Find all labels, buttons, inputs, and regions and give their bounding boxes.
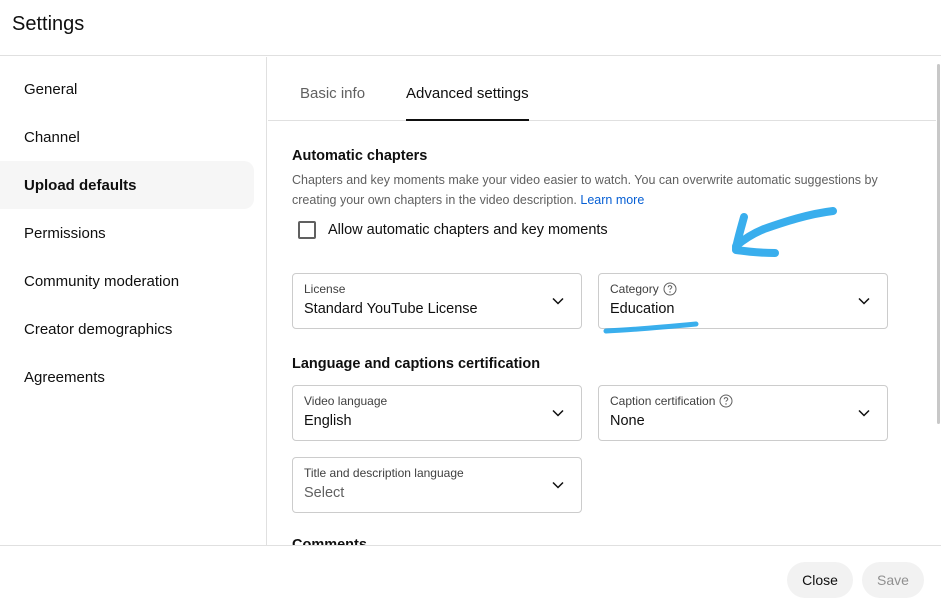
sidebar-item-label: Permissions [24, 224, 106, 242]
sidebar-item-label: Agreements [24, 368, 105, 386]
sidebar-item-upload-defaults[interactable]: Upload defaults [0, 161, 254, 209]
help-circle-icon[interactable] [663, 282, 677, 296]
scrollbar-thumb[interactable] [937, 64, 940, 424]
video-language-label-text: Video language [304, 394, 388, 408]
chevron-down-icon [552, 297, 564, 305]
sidebar-item-creator-demographics[interactable]: Creator demographics [0, 305, 254, 353]
title-description-language-dropdown[interactable]: Title and description language Select [292, 457, 582, 513]
caption-certification-label: Caption certification [610, 394, 733, 408]
video-language-dropdown[interactable]: Video language English [292, 385, 582, 441]
video-language-value: English [304, 413, 352, 429]
sidebar: General Channel Upload defaults Permissi… [0, 57, 267, 545]
auto-chapters-checkbox-row[interactable]: Allow automatic chapters and key moments [298, 221, 608, 239]
title-description-language-value: Select [304, 485, 345, 501]
sidebar-item-community-moderation[interactable]: Community moderation [0, 257, 254, 305]
chevron-down-icon [552, 409, 564, 417]
main-content: Basic info Advanced settings Automatic c… [268, 57, 936, 545]
sidebar-item-agreements[interactable]: Agreements [0, 353, 254, 401]
category-label-text: Category [610, 282, 659, 296]
page-title: Settings [12, 13, 85, 35]
auto-chapters-checkbox-label: Allow automatic chapters and key moments [328, 222, 608, 238]
caption-certification-dropdown[interactable]: Caption certification None [598, 385, 888, 441]
tab-advanced-settings[interactable]: Advanced settings [406, 85, 529, 121]
close-button[interactable]: Close [787, 562, 853, 598]
license-value: Standard YouTube License [304, 301, 478, 317]
sidebar-item-label: Upload defaults [24, 176, 137, 194]
tab-bar: Basic info Advanced settings [268, 57, 936, 121]
save-button[interactable]: Save [862, 562, 924, 598]
learn-more-link[interactable]: Learn more [580, 193, 644, 207]
auto-chapters-title: Automatic chapters [292, 148, 428, 164]
title-description-language-label: Title and description language [304, 466, 464, 480]
sidebar-item-permissions[interactable]: Permissions [0, 209, 254, 257]
scrollbar[interactable] [936, 60, 941, 540]
category-dropdown[interactable]: Category Education [598, 273, 888, 329]
sidebar-item-label: Community moderation [24, 272, 180, 290]
video-language-label: Video language [304, 394, 387, 408]
language-section-title: Language and captions certification [292, 356, 541, 372]
sidebar-item-channel[interactable]: Channel [0, 113, 254, 161]
help-circle-icon[interactable] [719, 394, 733, 408]
license-label: License [304, 282, 345, 296]
chevron-down-icon [858, 297, 870, 305]
chevron-down-icon [552, 481, 564, 489]
auto-chapters-checkbox[interactable] [298, 221, 316, 239]
sidebar-item-label: Creator demographics [24, 320, 173, 338]
auto-chapters-description: Chapters and key moments make your video… [292, 170, 892, 210]
caption-certification-value: None [610, 413, 645, 429]
sidebar-item-label: General [24, 80, 78, 98]
sidebar-item-label: Channel [24, 128, 80, 146]
category-label: Category [610, 282, 677, 296]
title-description-language-label-text: Title and description language [304, 466, 464, 480]
dialog-footer: Close Save [0, 545, 941, 605]
chevron-down-icon [858, 409, 870, 417]
caption-certification-label-text: Caption certification [610, 394, 716, 408]
license-dropdown[interactable]: License Standard YouTube License [292, 273, 582, 329]
comments-section-title: Comments [292, 537, 367, 545]
category-value: Education [610, 301, 675, 317]
sidebar-item-general[interactable]: General [0, 65, 254, 113]
tab-basic-info[interactable]: Basic info [300, 85, 365, 121]
license-label-text: License [304, 282, 346, 296]
settings-header: Settings [0, 0, 941, 56]
